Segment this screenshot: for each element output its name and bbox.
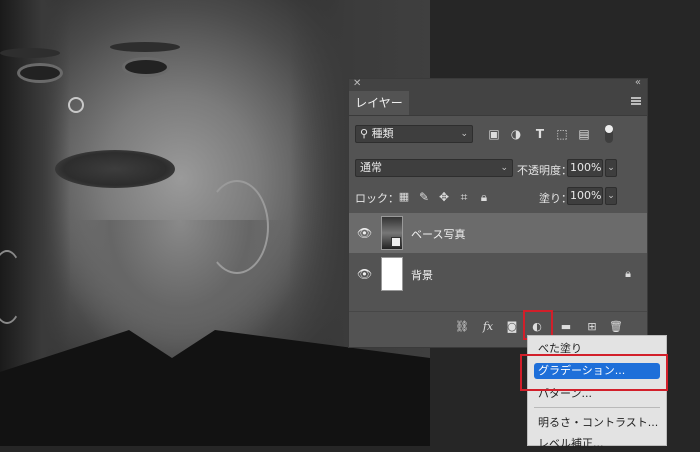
- layer-thumbnail: [381, 216, 403, 250]
- mouth: [55, 150, 175, 188]
- smart-object-filter-icon[interactable]: ▤: [577, 127, 591, 141]
- adjustment-filter-icon[interactable]: ◑: [509, 127, 523, 141]
- fill-dropdown-icon[interactable]: ⌄: [605, 187, 617, 205]
- opacity-dropdown-icon[interactable]: ⌄: [605, 159, 617, 177]
- blend-mode-select[interactable]: 通常 ⌄: [355, 159, 513, 177]
- layers-panel: ✕ « レイヤー ⚲ 種類 ⌄ ▣ ◑ T ⬚ ▤ 通常 ⌄ 不透明度： 100…: [348, 77, 648, 348]
- mask-icon[interactable]: ◙: [505, 320, 519, 334]
- right-eyebrow: [110, 42, 180, 52]
- menu-separator: [534, 407, 660, 408]
- new-layer-icon[interactable]: ⊞: [585, 320, 599, 334]
- left-eye: [20, 66, 60, 80]
- eye-icon[interactable]: 👁︎: [357, 226, 372, 240]
- layer-row-background[interactable]: 👁︎ 背景 🔒︎: [349, 254, 647, 294]
- blend-mode-value: 通常: [360, 161, 382, 174]
- toggle-knob-icon: [605, 125, 613, 133]
- lock-row: ロック： ▦ ✎ ✥ ⌗ 🔒︎ 塗り： 100% ⌄: [349, 185, 647, 207]
- type-filter-icon[interactable]: T: [533, 127, 547, 141]
- hoop-earring: [205, 180, 269, 274]
- layer-thumbnail: [381, 257, 403, 291]
- chevron-down-icon: ⌄: [460, 129, 468, 139]
- blend-row: 通常 ⌄ 不透明度： 100% ⌄: [349, 157, 647, 179]
- filter-row: ⚲ 種類 ⌄ ▣ ◑ T ⬚ ▤: [349, 123, 647, 145]
- fill-input[interactable]: 100%: [567, 187, 603, 205]
- filter-kind-value: 種類: [371, 127, 394, 140]
- close-icon[interactable]: ✕: [353, 78, 361, 89]
- opacity-input[interactable]: 100%: [567, 159, 603, 177]
- lock-paint-icon[interactable]: ✎: [417, 190, 431, 204]
- filter-kind-select[interactable]: ⚲ 種類 ⌄: [355, 125, 473, 143]
- panel-titlebar[interactable]: ✕ «: [349, 77, 647, 91]
- menu-item-brightness-contrast[interactable]: 明るさ・コントラスト...: [538, 415, 658, 431]
- lock-transparent-icon[interactable]: ▦: [397, 190, 411, 204]
- lock-position-icon[interactable]: ✥: [437, 190, 451, 204]
- pixel-filter-icon[interactable]: ▣: [487, 127, 501, 141]
- lock-artboard-icon[interactable]: ⌗: [457, 190, 471, 204]
- menu-item-levels[interactable]: レベル補正...: [538, 436, 604, 452]
- eye-icon[interactable]: 👁︎: [357, 267, 372, 281]
- collapse-icon[interactable]: «: [635, 77, 641, 88]
- layer-name[interactable]: ベース写真: [411, 226, 465, 242]
- right-eye: [125, 60, 167, 74]
- smart-object-badge-icon: [391, 237, 401, 247]
- opacity-label: 不透明度：: [517, 164, 572, 177]
- panel-menu-icon[interactable]: [631, 97, 641, 105]
- lock-icon: 🔒︎: [625, 267, 631, 280]
- layer-name[interactable]: 背景: [411, 267, 433, 283]
- shape-filter-icon[interactable]: ⬚: [555, 127, 569, 141]
- panel-tabbar: レイヤー: [349, 91, 647, 116]
- gradient-item-highlight: [520, 354, 668, 391]
- folder-icon[interactable]: ▬: [559, 320, 573, 334]
- nose-ring: [68, 97, 84, 113]
- lock-all-icon[interactable]: 🔒︎: [477, 190, 491, 204]
- search-icon: ⚲: [360, 127, 369, 140]
- left-eyebrow: [0, 48, 60, 58]
- filter-toggle[interactable]: [605, 125, 613, 143]
- tab-layers[interactable]: レイヤー: [349, 91, 409, 115]
- trash-icon[interactable]: 🗑︎: [609, 320, 623, 334]
- lock-label: ロック：: [355, 192, 399, 205]
- link-icon[interactable]: ⛓: [455, 320, 469, 334]
- layer-row-base-photo[interactable]: 👁︎ ベース写真: [349, 213, 647, 253]
- chevron-down-icon: ⌄: [500, 163, 508, 173]
- fx-icon[interactable]: fx: [481, 320, 495, 334]
